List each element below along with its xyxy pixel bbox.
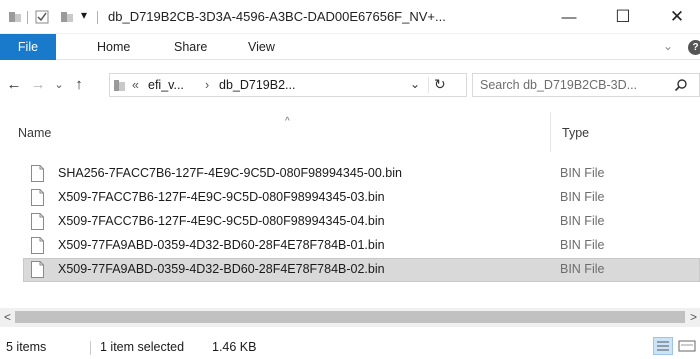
file-type: BIN File [560, 190, 605, 204]
large-icons-view-icon[interactable] [676, 337, 700, 355]
file-type: BIN File [560, 262, 605, 276]
column-header-type[interactable]: Type [562, 126, 589, 140]
expand-ribbon-icon[interactable]: ⌄ [663, 39, 673, 53]
file-row-selected[interactable]: X509-77FA9ABD-0359-4D32-BD60-28F4E78F784… [23, 258, 700, 282]
selection-size: 1.46 KB [212, 340, 257, 354]
file-icon [31, 213, 44, 233]
close-button[interactable]: ✕ [654, 0, 700, 34]
back-icon[interactable]: ← [4, 74, 24, 94]
title-bar: ▾ db_D719B2CB-3D3A-4596-A3BC-DAD00E67656… [0, 0, 700, 34]
search-input[interactable]: Search db_D719B2CB-3D... [480, 78, 637, 92]
file-name: X509-77FA9ABD-0359-4D32-BD60-28F4E78F784… [58, 238, 385, 252]
column-headers [0, 108, 700, 150]
file-name: X509-77FA9ABD-0359-4D32-BD60-28F4E78F784… [58, 262, 385, 276]
quick-access-dropdown-icon[interactable]: ▾ [81, 8, 87, 22]
file-icon [31, 261, 44, 281]
breadcrumb-current[interactable]: db_D719B2... [219, 78, 295, 92]
minimize-icon: — [561, 8, 577, 26]
status-bar: 5 items 1 item selected 1.46 KB [0, 327, 700, 359]
ribbon-tabs: File Home Share View ⌄ ? [0, 34, 700, 60]
new-folder-icon[interactable] [60, 10, 74, 27]
tab-share[interactable]: Share [174, 34, 207, 60]
file-row[interactable]: X509-7FACC7B6-127F-4E9C-9C5D-080F9899434… [23, 210, 700, 234]
search-box[interactable]: Search db_D719B2CB-3D... [472, 73, 700, 97]
address-bar[interactable]: « efi_v... › db_D719B2... ⌄ ↻ [109, 73, 467, 97]
item-count: 5 items [6, 340, 47, 354]
file-icon [31, 237, 44, 257]
file-name: X509-7FACC7B6-127F-4E9C-9C5D-080F9899434… [58, 190, 385, 204]
tab-home[interactable]: Home [97, 34, 130, 60]
breadcrumb-efi[interactable]: efi_v... [148, 78, 184, 92]
scrollbar-thumb[interactable] [15, 311, 685, 323]
horizontal-scrollbar[interactable]: < > [0, 308, 700, 327]
help-icon[interactable]: ? [688, 40, 700, 55]
close-icon: ✕ [669, 7, 685, 26]
forward-icon[interactable]: → [28, 74, 48, 94]
file-name: X509-7FACC7B6-127F-4E9C-9C5D-080F9899434… [58, 214, 385, 228]
folder-icon[interactable] [8, 10, 22, 27]
file-icon [31, 189, 44, 209]
column-header-name[interactable]: Name [18, 126, 51, 140]
address-divider [428, 77, 429, 93]
recent-locations-icon[interactable]: ⌄ [49, 74, 69, 94]
details-view-icon[interactable] [653, 337, 673, 355]
file-row[interactable]: SHA256-7FACC7B6-127F-4E9C-9C5D-080F98994… [23, 162, 700, 186]
scroll-left-icon[interactable]: < [4, 310, 11, 324]
column-resize-handle[interactable] [550, 112, 551, 152]
selection-count: 1 item selected [100, 340, 185, 354]
file-type: BIN File [560, 214, 605, 228]
file-type: BIN File [560, 238, 605, 252]
tab-view[interactable]: View [248, 34, 275, 60]
file-row[interactable]: X509-7FACC7B6-127F-4E9C-9C5D-080F9899434… [23, 186, 700, 210]
file-type: BIN File [560, 166, 605, 180]
properties-check-icon[interactable] [35, 10, 49, 27]
window-title: db_D719B2CB-3D3A-4596-A3BC-DAD00E67656F_… [108, 9, 446, 24]
up-icon[interactable]: ↑ [69, 74, 89, 94]
maximize-icon: ☐ [615, 7, 631, 26]
quick-access-divider [27, 11, 28, 24]
maximize-button[interactable]: ☐ [600, 0, 646, 34]
minimize-button[interactable]: — [546, 0, 592, 34]
title-divider [97, 11, 98, 24]
search-icon[interactable] [674, 78, 688, 95]
address-dropdown-icon[interactable]: ⌄ [410, 77, 420, 91]
breadcrumb-separator: › [205, 78, 210, 92]
file-row[interactable]: X509-77FA9ABD-0359-4D32-BD60-28F4E78F784… [23, 234, 700, 258]
tab-file[interactable]: File [0, 34, 56, 60]
navigation-bar: ← → ⌄ ↑ « efi_v... › db_D719B2... ⌄ ↻ Se… [0, 60, 700, 108]
scroll-right-icon[interactable]: > [690, 310, 697, 324]
sort-ascending-icon: ^ [285, 116, 290, 127]
folder-icon [114, 79, 126, 95]
breadcrumb-overflow[interactable]: « [132, 78, 139, 92]
file-name: SHA256-7FACC7B6-127F-4E9C-9C5D-080F98994… [58, 166, 402, 180]
status-divider [90, 341, 91, 355]
refresh-icon[interactable]: ↻ [434, 76, 446, 93]
file-icon [31, 165, 44, 185]
